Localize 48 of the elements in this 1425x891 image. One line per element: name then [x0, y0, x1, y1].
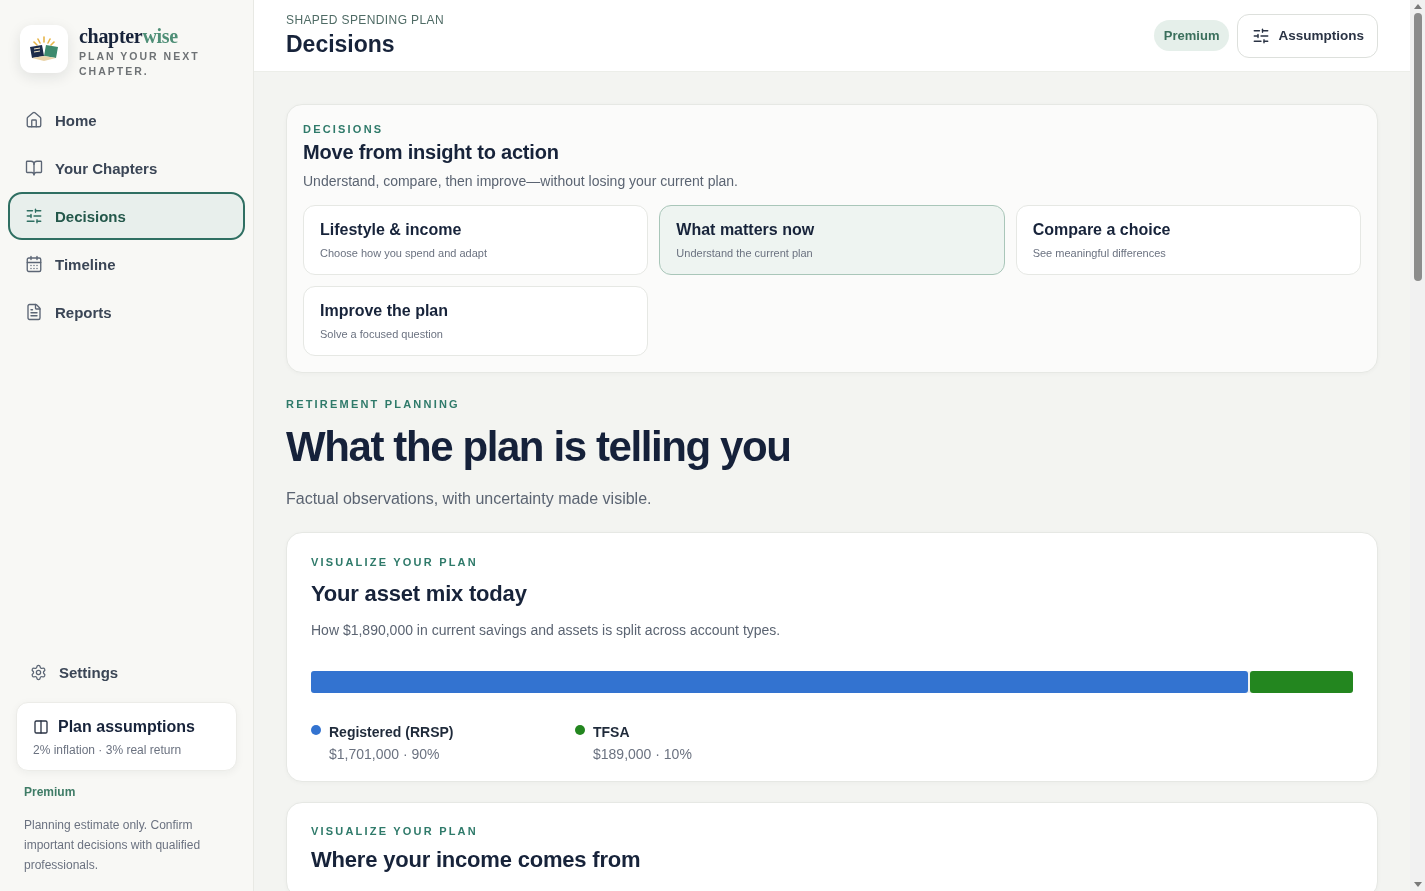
settings-icon: [30, 664, 47, 681]
nav-item[interactable]: Home: [8, 96, 245, 144]
logo-icon: [20, 25, 68, 73]
scroll-down-icon[interactable]: [1413, 882, 1422, 887]
brand-name: chapterwise: [79, 26, 179, 46]
decision-option[interactable]: Improve the plan Solve a focused question: [303, 286, 649, 356]
legend-value: $189,000 · 10%: [593, 746, 693, 762]
sliders-icon: [1252, 26, 1271, 45]
plan-tier-label: Premium: [24, 785, 77, 799]
assumptions-button[interactable]: Assumptions: [1237, 13, 1378, 58]
card-eyebrow: VISUALIZE YOUR PLAN: [311, 556, 479, 568]
card-title: Where your income comes from: [311, 847, 642, 873]
section-title: What the plan is telling you: [286, 423, 792, 471]
nav-item[interactable]: Reports: [8, 288, 245, 336]
sliders-icon: [25, 207, 43, 225]
settings-link[interactable]: Settings: [16, 658, 133, 687]
nav-item[interactable]: Decisions: [8, 192, 245, 240]
scroll-up-icon[interactable]: [1413, 4, 1422, 9]
card-eyebrow: VISUALIZE YOUR PLAN: [311, 825, 479, 837]
section-eyebrow: RETIREMENT PLANNING: [286, 398, 461, 410]
nav-item[interactable]: Your Chapters: [8, 144, 245, 192]
assumptions-summary: 2% inflation · 3% real return: [33, 743, 182, 757]
panel-title: Move from insight to action: [303, 141, 560, 164]
page-title: Decisions: [286, 31, 396, 58]
section-subtitle: Factual observations, with uncertainty made visible.: [286, 490, 653, 508]
card-title: Your asset mix today: [311, 581, 528, 607]
legend-label: Registered (RRSP): [329, 724, 455, 740]
header-eyebrow: SHAPED SPENDING PLAN: [286, 13, 445, 27]
calendar-icon: [25, 255, 43, 273]
section-eyebrow: DECISIONS: [303, 123, 385, 135]
card-title: Plan assumptions: [58, 718, 195, 736]
home-icon: [25, 111, 43, 129]
nav-item[interactable]: Timeline: [8, 240, 245, 288]
legend-label: TFSA: [593, 724, 631, 740]
panel-icon: [33, 719, 49, 735]
decision-option[interactable]: Compare a choice See meaningful differences: [1015, 205, 1361, 275]
card-description: How $1,890,000 in current savings and assets is split across account types.: [311, 622, 782, 638]
legend-value: $1,701,000 · 90%: [329, 746, 441, 762]
scrollbar-thumb[interactable]: [1413, 13, 1422, 281]
brand-tagline: PLAN YOUR NEXT CHAPTER.: [79, 49, 201, 79]
panel-subtitle: Understand, compare, then improve—without losing your current plan.: [303, 173, 739, 189]
decision-option[interactable]: What matters now Understand the current plan: [659, 205, 1005, 275]
document-icon: [25, 303, 43, 321]
disclaimer-text: Planning estimate only. Confirm important decisions with qualified professionals.: [24, 817, 202, 874]
decision-option[interactable]: Lifestyle & income Choose how you spend and adapt: [303, 205, 649, 275]
open-book-icon: [25, 159, 43, 177]
plan-assumptions-card[interactable]: Plan assumptions 2% inflation · 3% real return: [16, 702, 237, 771]
premium-badge: Premium: [1153, 20, 1230, 51]
